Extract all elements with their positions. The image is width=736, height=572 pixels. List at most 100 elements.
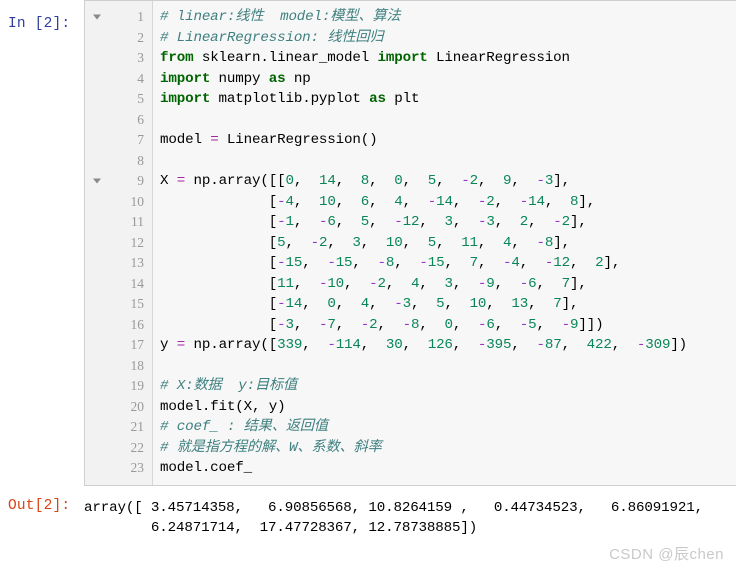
- token-keyword: as: [369, 91, 386, 107]
- code-line-7[interactable]: model = LinearRegression(): [160, 130, 736, 151]
- code-line-6[interactable]: [160, 110, 736, 131]
- token-plain: ,: [385, 275, 411, 292]
- token-plain: ,: [519, 255, 545, 271]
- line-number-22: 22: [85, 438, 152, 459]
- token-plain: np: [285, 70, 311, 87]
- line-number-9[interactable]: 9: [85, 171, 152, 192]
- token-plain: ],: [561, 296, 579, 312]
- token-plain: ,: [444, 255, 470, 271]
- code-line-8[interactable]: [160, 151, 736, 172]
- line-number-label: 1: [137, 9, 144, 24]
- code-line-10[interactable]: [-4, 10, 6, 4, -14, -2, -14, 8],: [160, 192, 736, 213]
- token-plain: ,: [369, 296, 395, 312]
- code-line-19[interactable]: # X:数据 y:目标值: [160, 376, 736, 397]
- code-line-11[interactable]: [-1, -6, 5, -12, 3, -3, 2, -2],: [160, 212, 736, 233]
- token-plain: np.array([[: [185, 173, 286, 189]
- token-plain: LinearRegression: [427, 50, 570, 66]
- code-line-21[interactable]: # coef_ : 结果、返回值: [160, 417, 736, 438]
- token-neg: -: [636, 337, 646, 353]
- token-number: 2: [486, 193, 495, 210]
- line-number-label: 12: [130, 234, 145, 250]
- code-line-15[interactable]: [-14, 0, 4, -3, 5, 10, 13, 7],: [160, 294, 736, 315]
- token-plain: model.coef_: [160, 460, 253, 476]
- code-line-9[interactable]: X = np.array([[0, 14, 8, 0, 5, -2, 9, -3…: [160, 171, 736, 192]
- token-plain: ,: [302, 296, 328, 312]
- token-neg: -: [327, 337, 336, 353]
- token-number: 126: [427, 337, 453, 353]
- token-op: =: [176, 173, 186, 189]
- token-plain: [: [160, 255, 278, 271]
- token-neg: -: [394, 296, 403, 312]
- token-neg: -: [419, 255, 428, 271]
- fold-arrow-icon[interactable]: [93, 14, 101, 20]
- token-number: 14: [436, 193, 453, 210]
- token-plain: np.array([: [185, 337, 278, 353]
- code-line-2[interactable]: # LinearRegression: 线性回归: [160, 28, 736, 49]
- token-plain: ,: [344, 275, 370, 292]
- token-neg: -: [310, 234, 320, 251]
- line-number-label: 18: [130, 357, 145, 373]
- token-plain: ,: [369, 214, 395, 230]
- line-number-label: 2: [137, 29, 144, 45]
- line-number-7: 7: [85, 130, 152, 151]
- token-neg: -: [561, 316, 571, 333]
- token-plain: ,: [452, 337, 478, 353]
- code-text-area[interactable]: # linear:线性 model:模型、算法 # LinearRegressio…: [153, 1, 736, 485]
- code-line-3[interactable]: from sklearn.linear_model import LinearR…: [160, 48, 736, 69]
- line-number-21: 21: [85, 417, 152, 438]
- token-neg: -: [553, 214, 562, 230]
- token-neg: -: [544, 255, 554, 271]
- line-number-label: 3: [137, 50, 144, 65]
- line-number-4: 4: [85, 69, 152, 90]
- code-line-1[interactable]: # linear:线性 model:模型、算法: [160, 7, 736, 28]
- token-neg: -: [519, 193, 529, 210]
- token-number: 0: [394, 173, 403, 189]
- output-text: array([ 3.45714358, 6.90856568, 10.82641…: [84, 494, 736, 538]
- code-editor[interactable]: 1 2 3 4 5 6 7 8 9 10 11 12 13 14 15 16 17 18 19 20 21 22 23 # …: [84, 0, 736, 486]
- line-number-label: 23: [130, 460, 145, 475]
- code-line-16[interactable]: [-3, -7, -2, -8, 0, -6, -5, -9]]): [160, 315, 736, 336]
- line-number-1[interactable]: 1: [85, 7, 152, 28]
- token-plain: ,: [494, 316, 520, 333]
- token-number: 11: [461, 234, 478, 251]
- token-plain: ,: [419, 214, 445, 230]
- token-plain: model: [160, 132, 211, 148]
- line-number-13: 13: [85, 253, 152, 274]
- code-line-12[interactable]: [5, -2, 3, 10, 5, 11, 4, -8],: [160, 233, 736, 254]
- token-plain: ,: [544, 193, 570, 210]
- token-number: 7: [327, 316, 336, 333]
- code-line-13[interactable]: [-15, -15, -8, -15, 7, -4, -12, 2],: [160, 253, 736, 274]
- code-line-14[interactable]: [11, -10, -2, 4, 3, -9, -6, 7],: [160, 274, 736, 295]
- code-line-18[interactable]: [160, 356, 736, 377]
- token-number: 7: [469, 255, 479, 271]
- token-number: 3: [486, 214, 495, 230]
- token-neg: -: [394, 214, 403, 230]
- token-comment: # LinearRegression: 线性回归: [160, 29, 384, 46]
- line-number-11: 11: [85, 212, 152, 233]
- token-number: 3: [444, 214, 453, 230]
- line-number-gutter[interactable]: 1 2 3 4 5 6 7 8 9 10 11 12 13 14 15 16 17 18 19 20 21 22 23: [85, 1, 153, 485]
- fold-arrow-icon[interactable]: [93, 178, 101, 184]
- token-plain: ,: [293, 173, 319, 189]
- code-line-22[interactable]: # 就是指方程的解、W、系数、斜率: [160, 438, 736, 459]
- token-plain: ,: [494, 275, 520, 292]
- line-number-label: 11: [131, 214, 144, 229]
- token-number: 3: [544, 173, 554, 189]
- code-line-17[interactable]: y = np.array([339, -114, 30, 126, -395, …: [160, 335, 736, 356]
- token-number: 309: [645, 337, 671, 353]
- token-neg: -: [536, 234, 545, 251]
- line-number-label: 20: [130, 398, 145, 414]
- line-number-label: 10: [130, 193, 145, 209]
- code-line-23[interactable]: model.coef_: [160, 458, 736, 479]
- line-number-18: 18: [85, 356, 152, 377]
- output-cell: Out[2]: array([ 3.45714358, 6.90856568, …: [0, 494, 736, 538]
- code-line-5[interactable]: import matplotlib.pyplot as plt: [160, 89, 736, 110]
- token-plain: ,: [536, 316, 562, 333]
- token-neg: -: [402, 316, 412, 333]
- token-neg: -: [519, 316, 529, 333]
- code-line-4[interactable]: import numpy as np: [160, 69, 736, 90]
- code-line-20[interactable]: model.fit(X, y): [160, 397, 736, 418]
- token-number: 2: [561, 214, 571, 230]
- line-number-label: 4: [137, 70, 144, 86]
- token-plain: ,: [327, 234, 353, 251]
